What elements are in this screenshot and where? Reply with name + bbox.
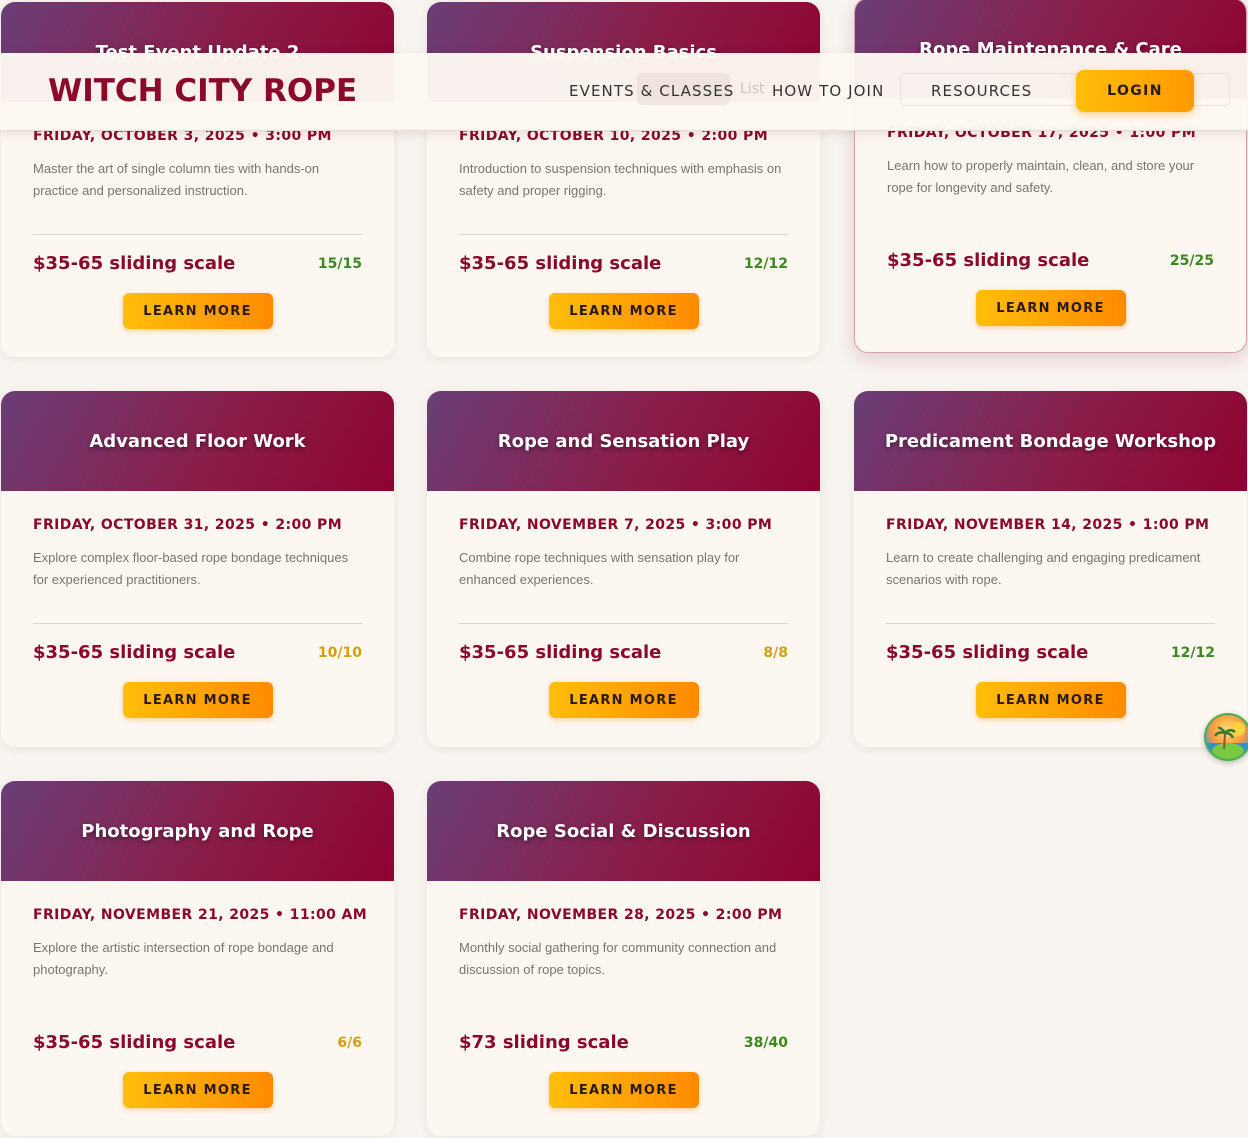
divider	[33, 623, 362, 624]
event-card[interactable]: Photography and Rope FRIDAY, NOVEMBER 21…	[1, 781, 394, 1136]
divider	[33, 1013, 362, 1014]
learn-more-button[interactable]: LEARN MORE	[548, 1072, 699, 1108]
spots-available: 8/8	[763, 644, 788, 661]
island-sunset-icon[interactable]	[1204, 713, 1248, 761]
event-title: Advanced Floor Work	[89, 430, 306, 452]
event-card[interactable]: Advanced Floor Work FRIDAY, OCTOBER 31, …	[1, 391, 394, 747]
event-price: $35-65 sliding scale	[459, 253, 662, 274]
event-card-header: Photography and Rope	[1, 781, 394, 881]
event-description: Master the art of single column ties wit…	[33, 161, 320, 198]
event-date: FRIDAY, NOVEMBER 14, 2025 • 1:00 PM	[886, 517, 1210, 533]
event-description: Monthly social gathering for community c…	[459, 940, 777, 977]
event-card[interactable]: Rope Social & Discussion FRIDAY, NOVEMBE…	[427, 781, 820, 1136]
learn-more-button[interactable]: LEARN MORE	[122, 293, 273, 329]
event-price: $73 sliding scale	[459, 1032, 629, 1053]
event-price: $35-65 sliding scale	[887, 250, 1090, 271]
event-card-header: Predicament Bondage Workshop	[854, 391, 1247, 491]
event-date: FRIDAY, NOVEMBER 28, 2025 • 2:00 PM	[459, 907, 783, 923]
island-sunset-icon-graphic	[1206, 722, 1248, 759]
divider	[886, 623, 1215, 624]
learn-more-button[interactable]: LEARN MORE	[122, 682, 273, 718]
event-title: Photography and Rope	[81, 820, 314, 842]
learn-more-button[interactable]: LEARN MORE	[548, 682, 699, 718]
event-card-header: Rope Social & Discussion	[427, 781, 820, 881]
underlying-list-label: List	[740, 81, 765, 97]
event-date: FRIDAY, OCTOBER 31, 2025 • 2:00 PM	[33, 517, 343, 533]
divider	[459, 234, 788, 235]
event-card[interactable]: Rope and Sensation Play FRIDAY, NOVEMBER…	[427, 391, 820, 747]
divider	[887, 231, 1214, 232]
spots-available: 10/10	[317, 644, 362, 661]
event-card-header: Advanced Floor Work	[1, 391, 394, 491]
spots-available: 12/12	[743, 255, 788, 272]
event-price: $35-65 sliding scale	[886, 642, 1089, 663]
event-description: Introduction to suspension techniques wi…	[459, 161, 782, 198]
learn-more-button[interactable]: LEARN MORE	[975, 682, 1126, 718]
learn-more-button[interactable]: LEARN MORE	[975, 290, 1126, 326]
event-description: Learn how to properly maintain, clean, a…	[887, 158, 1195, 195]
spots-available: 38/40	[743, 1034, 788, 1051]
event-card[interactable]: Predicament Bondage Workshop FRIDAY, NOV…	[854, 391, 1247, 747]
event-title: Rope and Sensation Play	[497, 430, 750, 452]
event-description: Learn to create challenging and engaging…	[886, 550, 1201, 587]
site-logo[interactable]: WITCH CITY ROPE	[48, 73, 357, 109]
spots-available: 12/12	[1170, 644, 1215, 661]
divider	[459, 623, 788, 624]
event-title: Predicament Bondage Workshop	[884, 430, 1217, 452]
site-header: List WITCH CITY ROPE EVENTS & CLASSES HO…	[0, 53, 1248, 131]
learn-more-button[interactable]: LEARN MORE	[122, 1072, 273, 1108]
event-date: FRIDAY, NOVEMBER 7, 2025 • 3:00 PM	[459, 517, 773, 533]
learn-more-button[interactable]: LEARN MORE	[548, 293, 699, 329]
login-button[interactable]: LOGIN	[1076, 70, 1194, 112]
event-title: Rope Social & Discussion	[496, 820, 751, 842]
nav-resources[interactable]: RESOURCES	[931, 82, 1032, 100]
divider	[459, 1013, 788, 1014]
divider	[33, 234, 362, 235]
event-price: $35-65 sliding scale	[33, 253, 236, 274]
event-price: $35-65 sliding scale	[33, 1032, 236, 1053]
event-description: Explore the artistic intersection of rop…	[33, 940, 334, 977]
event-description: Explore complex floor-based rope bondage…	[33, 550, 349, 587]
spots-available: 15/15	[317, 255, 362, 272]
event-date: FRIDAY, NOVEMBER 21, 2025 • 11:00 AM	[33, 907, 368, 923]
event-card-header: Rope and Sensation Play	[427, 391, 820, 491]
events-grid: Test Event Update 2 FRIDAY, OCTOBER 3, 2…	[0, 0, 1248, 1138]
event-description: Combine rope techniques with sensation p…	[459, 550, 740, 587]
nav-how-to-join[interactable]: HOW TO JOIN	[772, 82, 884, 100]
spots-available: 25/25	[1169, 252, 1214, 269]
spots-available: 6/6	[337, 1034, 362, 1051]
event-price: $35-65 sliding scale	[459, 642, 662, 663]
event-price: $35-65 sliding scale	[33, 642, 236, 663]
nav-events-classes[interactable]: EVENTS & CLASSES	[569, 82, 734, 100]
